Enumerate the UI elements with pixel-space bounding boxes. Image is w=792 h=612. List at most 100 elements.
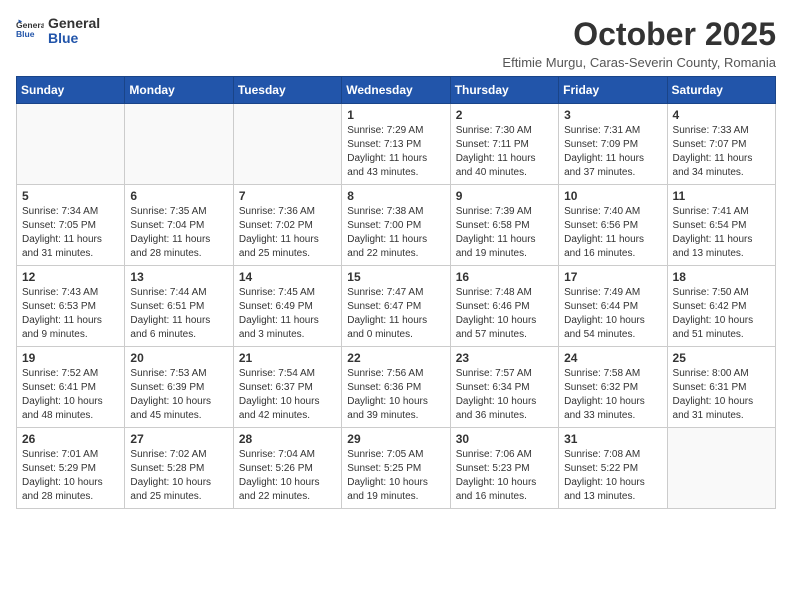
day-cell — [667, 428, 775, 509]
day-number: 27 — [130, 432, 227, 446]
week-row-5: 26Sunrise: 7:01 AM Sunset: 5:29 PM Dayli… — [17, 428, 776, 509]
day-info: Sunrise: 7:54 AM Sunset: 6:37 PM Dayligh… — [239, 367, 336, 423]
col-header-friday: Friday — [559, 77, 667, 104]
day-cell: 27 Sunrise: 7:02 AM Sunset: 5:28 PM Dayli… — [125, 428, 233, 509]
day-cell — [233, 104, 341, 185]
day-number: 3 — [564, 108, 661, 122]
svg-text:Blue: Blue — [16, 30, 35, 40]
day-info: Sunrise: 7:38 AM Sunset: 7:00 PM Dayligh… — [347, 205, 444, 261]
day-info: Sunrise: 7:56 AM Sunset: 6:36 PM Dayligh… — [347, 367, 444, 423]
day-info: Sunrise: 7:31 AM Sunset: 7:09 PM Dayligh… — [564, 124, 661, 180]
day-number: 28 — [239, 432, 336, 446]
day-info: Sunrise: 7:02 AM Sunset: 5:28 PM Dayligh… — [130, 448, 227, 504]
logo-general-text: General — [48, 16, 100, 31]
day-cell: 26Sunrise: 7:01 AM Sunset: 5:29 PM Dayli… — [17, 428, 125, 509]
week-row-4: 19 Sunrise: 7:52 AM Sunset: 6:41 PM Dayli… — [17, 347, 776, 428]
day-number: 29 — [347, 432, 444, 446]
day-number: 30 — [456, 432, 553, 446]
title-block: October 2025 Eftimie Murgu, Caras-Severi… — [502, 16, 776, 70]
day-number: 23 — [456, 351, 553, 365]
col-header-wednesday: Wednesday — [342, 77, 450, 104]
day-info: Sunrise: 7:01 AM Sunset: 5:29 PM Dayligh… — [22, 448, 119, 504]
day-cell: 23 Sunrise: 7:57 AM Sunset: 6:34 PM Dayli… — [450, 347, 558, 428]
day-number: 17 — [564, 270, 661, 284]
day-cell: 9Sunrise: 7:39 AM Sunset: 6:58 PM Daylig… — [450, 185, 558, 266]
day-cell: 28Sunrise: 7:04 AM Sunset: 5:26 PM Dayli… — [233, 428, 341, 509]
day-info: Sunrise: 7:05 AM Sunset: 5:25 PM Dayligh… — [347, 448, 444, 504]
day-number: 1 — [347, 108, 444, 122]
day-cell: 10Sunrise: 7:40 AM Sunset: 6:56 PM Dayli… — [559, 185, 667, 266]
day-cell: 1 Sunrise: 7:29 AM Sunset: 7:13 PM Daylig… — [342, 104, 450, 185]
day-cell: 5 Sunrise: 7:34 AM Sunset: 7:05 PM Daylig… — [17, 185, 125, 266]
col-header-thursday: Thursday — [450, 77, 558, 104]
day-info: Sunrise: 8:00 AM Sunset: 6:31 PM Dayligh… — [673, 367, 770, 423]
day-info: Sunrise: 7:50 AM Sunset: 6:42 PM Dayligh… — [673, 286, 770, 342]
day-cell: 20 Sunrise: 7:53 AM Sunset: 6:39 PM Dayli… — [125, 347, 233, 428]
day-number: 12 — [22, 270, 119, 284]
day-info: Sunrise: 7:36 AM Sunset: 7:02 PM Dayligh… — [239, 205, 336, 261]
day-cell: 3 Sunrise: 7:31 AM Sunset: 7:09 PM Daylig… — [559, 104, 667, 185]
day-cell: 18 Sunrise: 7:50 AM Sunset: 6:42 PM Dayli… — [667, 266, 775, 347]
day-number: 2 — [456, 108, 553, 122]
day-cell: 17 Sunrise: 7:49 AM Sunset: 6:44 PM Dayli… — [559, 266, 667, 347]
week-row-1: 1 Sunrise: 7:29 AM Sunset: 7:13 PM Daylig… — [17, 104, 776, 185]
day-cell — [125, 104, 233, 185]
week-row-2: 5 Sunrise: 7:34 AM Sunset: 7:05 PM Daylig… — [17, 185, 776, 266]
day-info: Sunrise: 7:39 AM Sunset: 6:58 PM Dayligh… — [456, 205, 553, 261]
week-row-3: 12 Sunrise: 7:43 AM Sunset: 6:53 PM Dayli… — [17, 266, 776, 347]
day-number: 16 — [456, 270, 553, 284]
day-cell: 14 Sunrise: 7:45 AM Sunset: 6:49 PM Dayli… — [233, 266, 341, 347]
col-header-sunday: Sunday — [17, 77, 125, 104]
day-cell: 22 Sunrise: 7:56 AM Sunset: 6:36 PM Dayli… — [342, 347, 450, 428]
day-info: Sunrise: 7:48 AM Sunset: 6:46 PM Dayligh… — [456, 286, 553, 342]
day-number: 20 — [130, 351, 227, 365]
day-info: Sunrise: 7:06 AM Sunset: 5:23 PM Dayligh… — [456, 448, 553, 504]
col-header-tuesday: Tuesday — [233, 77, 341, 104]
day-number: 31 — [564, 432, 661, 446]
day-number: 15 — [347, 270, 444, 284]
day-info: Sunrise: 7:40 AM Sunset: 6:56 PM Dayligh… — [564, 205, 661, 261]
day-cell: 12 Sunrise: 7:43 AM Sunset: 6:53 PM Dayli… — [17, 266, 125, 347]
day-cell: 25Sunrise: 8:00 AM Sunset: 6:31 PM Dayli… — [667, 347, 775, 428]
day-number: 19 — [22, 351, 119, 365]
day-info: Sunrise: 7:45 AM Sunset: 6:49 PM Dayligh… — [239, 286, 336, 342]
day-cell: 19 Sunrise: 7:52 AM Sunset: 6:41 PM Dayli… — [17, 347, 125, 428]
day-number: 6 — [130, 189, 227, 203]
day-info: Sunrise: 7:57 AM Sunset: 6:34 PM Dayligh… — [456, 367, 553, 423]
day-number: 22 — [347, 351, 444, 365]
calendar-title: October 2025 — [502, 16, 776, 53]
day-number: 8 — [347, 189, 444, 203]
logo: General Blue General Blue — [16, 16, 100, 47]
day-number: 18 — [673, 270, 770, 284]
day-cell: 29 Sunrise: 7:05 AM Sunset: 5:25 PM Dayli… — [342, 428, 450, 509]
day-number: 14 — [239, 270, 336, 284]
day-number: 7 — [239, 189, 336, 203]
day-number: 5 — [22, 189, 119, 203]
page-header: General Blue General Blue October 2025 E… — [16, 16, 776, 70]
day-info: Sunrise: 7:43 AM Sunset: 6:53 PM Dayligh… — [22, 286, 119, 342]
logo-icon: General Blue — [16, 17, 44, 45]
day-cell: 15 Sunrise: 7:47 AM Sunset: 6:47 PM Dayli… — [342, 266, 450, 347]
day-number: 24 — [564, 351, 661, 365]
day-info: Sunrise: 7:47 AM Sunset: 6:47 PM Dayligh… — [347, 286, 444, 342]
day-cell: 7 Sunrise: 7:36 AM Sunset: 7:02 PM Daylig… — [233, 185, 341, 266]
day-cell: 2Sunrise: 7:30 AM Sunset: 7:11 PM Daylig… — [450, 104, 558, 185]
day-number: 4 — [673, 108, 770, 122]
day-info: Sunrise: 7:34 AM Sunset: 7:05 PM Dayligh… — [22, 205, 119, 261]
day-info: Sunrise: 7:29 AM Sunset: 7:13 PM Dayligh… — [347, 124, 444, 180]
day-info: Sunrise: 7:44 AM Sunset: 6:51 PM Dayligh… — [130, 286, 227, 342]
day-cell: 21Sunrise: 7:54 AM Sunset: 6:37 PM Dayli… — [233, 347, 341, 428]
day-cell: 11Sunrise: 7:41 AM Sunset: 6:54 PM Dayli… — [667, 185, 775, 266]
day-info: Sunrise: 7:49 AM Sunset: 6:44 PM Dayligh… — [564, 286, 661, 342]
day-info: Sunrise: 7:53 AM Sunset: 6:39 PM Dayligh… — [130, 367, 227, 423]
day-info: Sunrise: 7:41 AM Sunset: 6:54 PM Dayligh… — [673, 205, 770, 261]
day-cell: 16 Sunrise: 7:48 AM Sunset: 6:46 PM Dayli… — [450, 266, 558, 347]
day-info: Sunrise: 7:08 AM Sunset: 5:22 PM Dayligh… — [564, 448, 661, 504]
day-info: Sunrise: 7:58 AM Sunset: 6:32 PM Dayligh… — [564, 367, 661, 423]
day-cell: 6Sunrise: 7:35 AM Sunset: 7:04 PM Daylig… — [125, 185, 233, 266]
day-cell: 4Sunrise: 7:33 AM Sunset: 7:07 PM Daylig… — [667, 104, 775, 185]
calendar-subtitle: Eftimie Murgu, Caras-Severin County, Rom… — [502, 55, 776, 70]
day-info: Sunrise: 7:52 AM Sunset: 6:41 PM Dayligh… — [22, 367, 119, 423]
day-cell: 13Sunrise: 7:44 AM Sunset: 6:51 PM Dayli… — [125, 266, 233, 347]
calendar-table: SundayMondayTuesdayWednesdayThursdayFrid… — [16, 76, 776, 509]
